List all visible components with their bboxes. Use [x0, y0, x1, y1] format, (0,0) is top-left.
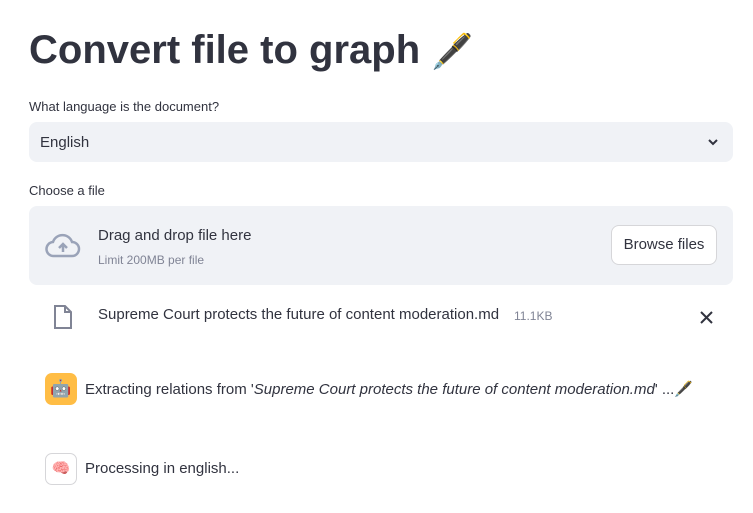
cloud-upload-icon — [45, 233, 81, 258]
limit-text: Limit 200MB per file — [98, 253, 205, 267]
close-icon[interactable] — [700, 311, 713, 324]
extracting-message: Extracting relations from 'Supreme Court… — [85, 381, 694, 398]
language-label: What language is the document? — [29, 99, 220, 114]
pen-icon: 🖋️ — [674, 381, 694, 398]
chevron-down-icon — [708, 139, 718, 146]
brain-avatar: 🧠 — [45, 453, 77, 485]
drop-text: Drag and drop file here — [98, 227, 252, 244]
processing-message: Processing in english... — [85, 460, 240, 477]
file-icon — [54, 305, 72, 329]
page-title: Convert file to graph 🖋️ — [29, 28, 474, 72]
pen-icon: 🖋️ — [431, 33, 474, 71]
assistant-avatar: 🤖 — [45, 373, 77, 405]
file-label: Choose a file — [29, 183, 105, 198]
browse-files-button[interactable]: Browse files — [611, 225, 717, 265]
language-value: English — [40, 134, 90, 151]
language-select[interactable]: English — [29, 122, 733, 162]
file-size: 11.1KB — [514, 309, 553, 323]
file-dropzone[interactable]: Drag and drop file here Limit 200MB per … — [29, 206, 733, 285]
file-name: Supreme Court protects the future of con… — [98, 306, 500, 323]
